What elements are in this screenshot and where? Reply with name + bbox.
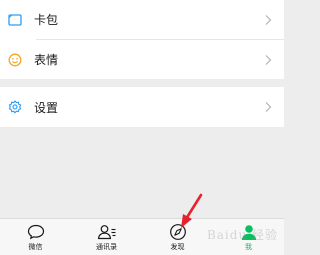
list-item-settings[interactable]: 设置 bbox=[0, 87, 284, 127]
list-item-card-wallet[interactable]: 卡包 bbox=[0, 0, 284, 39]
list-item-stickers[interactable]: 表情 bbox=[0, 40, 284, 79]
watermark: Baidu 经验 bbox=[206, 228, 278, 242]
compass-icon bbox=[168, 223, 188, 241]
tab-label: 微信 bbox=[28, 243, 43, 251]
list-item-label: 表情 bbox=[34, 53, 59, 67]
contacts-icon bbox=[97, 223, 117, 241]
chat-bubble-icon bbox=[26, 223, 46, 241]
list-group-settings: 设置 bbox=[0, 87, 284, 127]
chevron-right-icon bbox=[265, 14, 272, 25]
sticker-smile-icon bbox=[8, 53, 22, 67]
chevron-right-icon bbox=[265, 102, 272, 112]
list-group-cards: 卡包 表情 bbox=[0, 0, 284, 79]
gear-icon bbox=[8, 100, 22, 114]
tab-label: 通讯录 bbox=[96, 243, 117, 251]
tab-chats[interactable]: 微信 bbox=[0, 219, 71, 255]
tab-discover[interactable]: 发现 bbox=[142, 219, 213, 255]
tab-label: 我 bbox=[245, 243, 252, 251]
tab-contacts[interactable]: 通讯录 bbox=[71, 219, 142, 255]
chevron-right-icon bbox=[265, 54, 272, 65]
tab-label: 发现 bbox=[170, 243, 185, 251]
list-item-label: 卡包 bbox=[34, 13, 59, 27]
list-item-label: 设置 bbox=[34, 100, 59, 115]
card-wallet-icon bbox=[8, 13, 22, 27]
